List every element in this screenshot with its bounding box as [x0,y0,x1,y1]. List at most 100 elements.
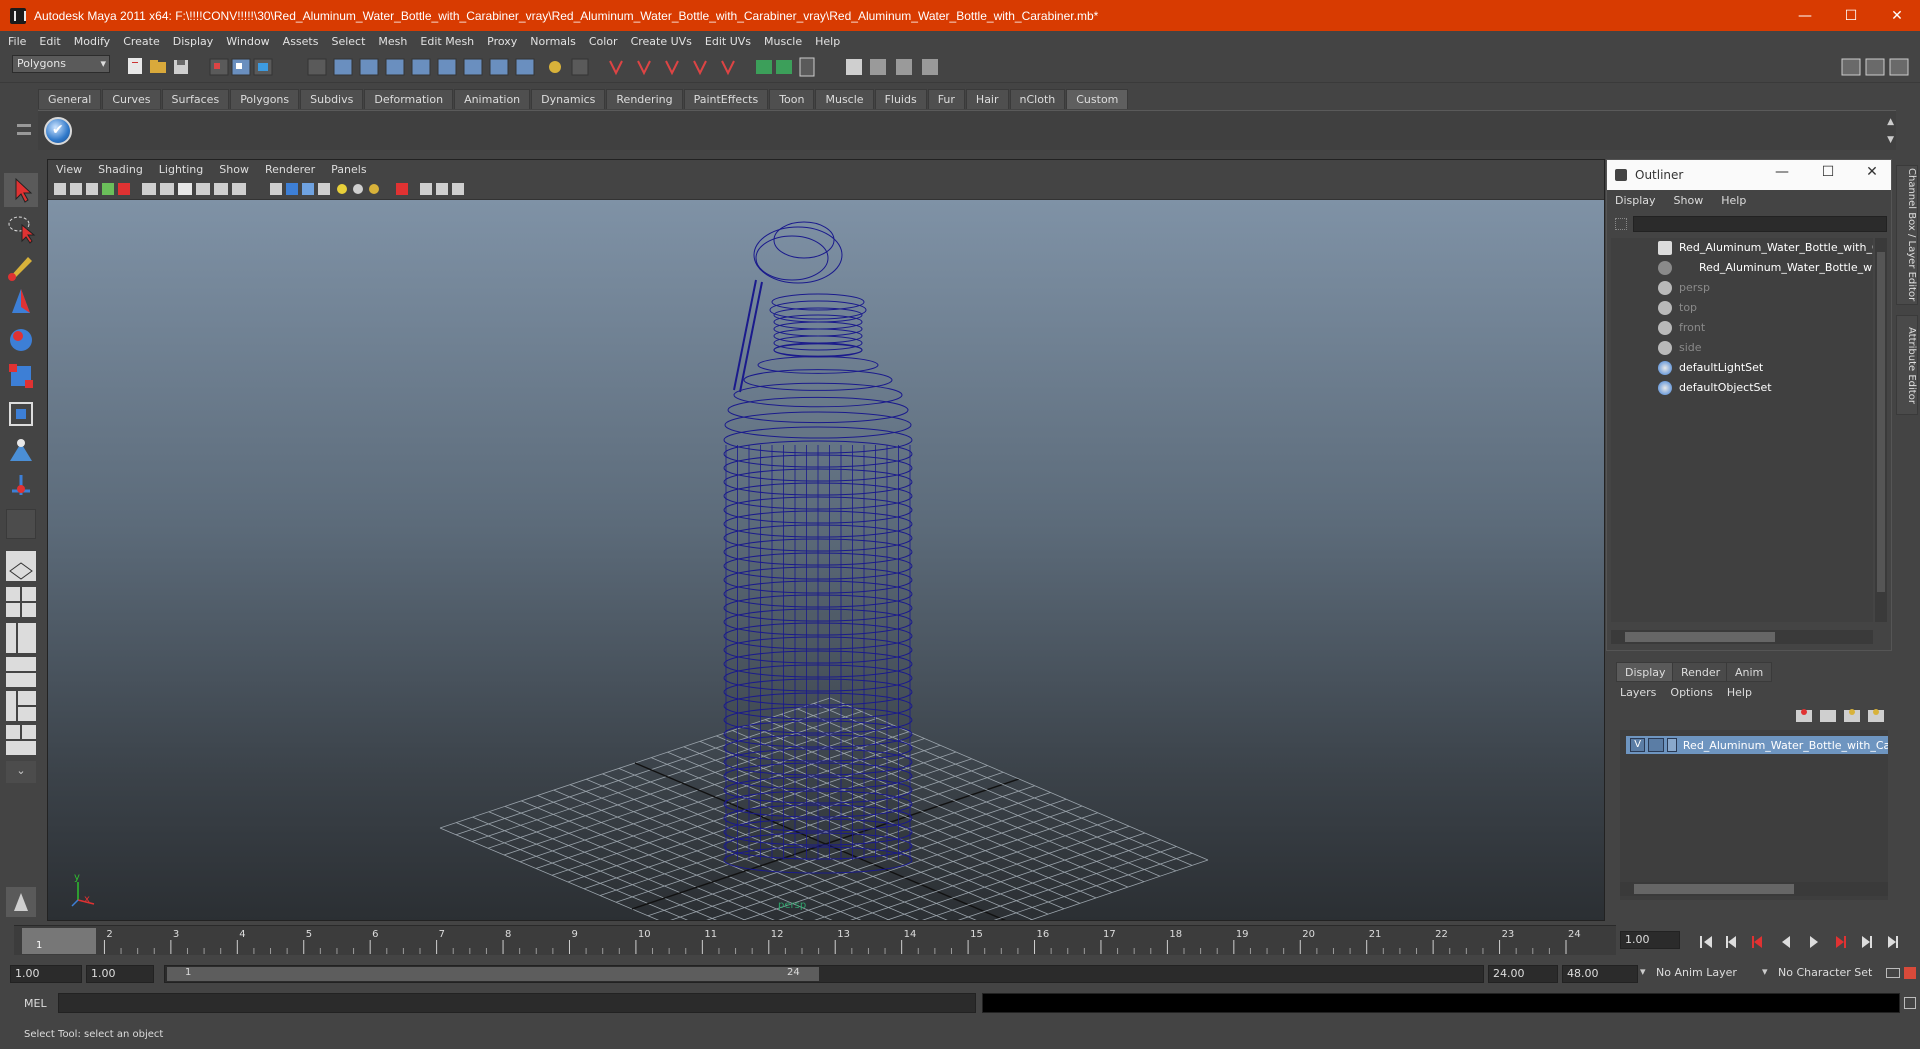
animation-end-field[interactable]: 48.00 [1562,965,1638,983]
layer-display-type-toggle[interactable] [1648,738,1664,752]
maximize-button[interactable]: ☐ [1828,0,1874,31]
menu-create[interactable]: Create [123,35,160,48]
manipulator-tool-icon[interactable] [4,397,38,431]
menu-create-uvs[interactable]: Create UVs [631,35,692,48]
shelf-tab-ncloth[interactable]: nCloth [1009,89,1066,109]
shelf-tab-dynamics[interactable]: Dynamics [531,89,606,109]
menu-normals[interactable]: Normals [530,35,576,48]
shelf-menu-handle[interactable] [14,110,34,150]
selection-mask-icons[interactable] [209,58,273,76]
layer-action-icons[interactable] [1792,706,1892,726]
character-set-dropdown-chevron-icon[interactable]: ▾ [1762,965,1768,978]
menu-file[interactable]: File [8,35,26,48]
minimize-button[interactable]: — [1782,0,1828,31]
menu-mesh[interactable]: Mesh [378,35,407,48]
menu-set-dropdown[interactable]: Polygons [12,55,110,73]
character-set-dropdown[interactable]: No Character Set [1774,965,1882,983]
outliner-item-default-light-set[interactable]: defaultLightSet [1611,358,1873,378]
layer-horizontal-scrollbar[interactable] [1620,882,1888,896]
outliner-item-bottle-mesh[interactable]: Red_Aluminum_Water_Bottle_with_Carabiner [1611,258,1873,278]
outliner-filter-icon[interactable] [1615,218,1627,230]
menu-color[interactable]: Color [589,35,618,48]
rotate-tool-icon[interactable] [4,323,38,357]
layer-tab-anim[interactable]: Anim [1726,662,1773,682]
menu-assets[interactable]: Assets [283,35,319,48]
anim-layer-dropdown[interactable]: No Anim Layer [1652,965,1760,983]
outliner-item-front[interactable]: front [1611,318,1873,338]
menu-select[interactable]: Select [331,35,365,48]
shelf-tab-rendering[interactable]: Rendering [606,89,683,109]
attribute-editor-side-tab[interactable]: Attribute Editor [1896,315,1918,415]
layer-visibility-toggle[interactable]: V [1630,738,1646,752]
current-time-field[interactable]: 1.00 [1620,931,1680,949]
outliner-item-top[interactable]: top [1611,298,1873,318]
scale-tool-icon[interactable] [4,359,38,393]
shelf-tab-general[interactable]: General [38,89,102,109]
layer-tab-render[interactable]: Render [1672,662,1730,682]
select-tool-icon[interactable] [4,173,38,207]
shelf-tab-curves[interactable]: Curves [102,89,161,109]
menu-modify[interactable]: Modify [74,35,110,48]
lasso-tool-icon[interactable] [4,211,38,245]
layer-menu-help[interactable]: Help [1727,686,1752,699]
menu-help[interactable]: Help [815,35,840,48]
viewport-menu-panels[interactable]: Panels [331,163,366,176]
outliner-menu-help[interactable]: Help [1721,194,1746,207]
close-button[interactable]: ✕ [1874,0,1920,31]
menu-edit[interactable]: Edit [39,35,60,48]
shelf-tab-subdivs[interactable]: Subdivs [300,89,364,109]
layer-row[interactable]: V Red_Aluminum_Water_Bottle_with_Carabin… [1626,736,1888,754]
script-editor-icon[interactable] [1904,997,1916,1009]
outliner-close-button[interactable]: ✕ [1857,164,1887,180]
viewport-canvas[interactable]: persp y x [48,200,1604,920]
range-slider-track[interactable]: 1 24 [164,965,1484,983]
quick-layout-icon[interactable] [4,885,38,919]
component-mask-icons[interactable] [307,58,535,76]
menu-edit-uvs[interactable]: Edit UVs [705,35,751,48]
move-tool-icon[interactable] [4,285,38,319]
render-layout-icon[interactable] [4,723,38,757]
shelf-tab-polygons[interactable]: Polygons [230,89,300,109]
menu-muscle[interactable]: Muscle [764,35,802,48]
shelf-tab-fluids[interactable]: Fluids [874,89,927,109]
shelf-tab-hair[interactable]: Hair [965,89,1009,109]
layer-menu-layers[interactable]: Layers [1620,686,1656,699]
last-tool-slot[interactable] [6,509,36,539]
shelf-tab-animation[interactable]: Animation [454,89,531,109]
playback-buttons[interactable] [1700,936,1898,948]
outliner-vertical-scrollbar[interactable] [1875,238,1887,622]
hypershade-layout-icon[interactable] [4,689,38,723]
outliner-menu-show[interactable]: Show [1674,194,1704,207]
outliner-menu-display[interactable]: Display [1615,194,1656,207]
outliner-horizontal-scrollbar[interactable] [1611,630,1873,644]
playback-start-field[interactable]: 1.00 [86,965,154,983]
shelf-tab-deformation[interactable]: Deformation [364,89,454,109]
outliner-filter-input[interactable] [1633,216,1887,232]
four-view-layout-icon[interactable] [4,585,38,619]
outliner-item-default-object-set[interactable]: defaultObjectSet [1611,378,1873,398]
shelf-scroll-up-icon[interactable]: ▲ [1887,117,1894,127]
menu-proxy[interactable]: Proxy [487,35,517,48]
layout-expand-chevron-icon[interactable]: ⌄ [6,761,36,783]
shelf-tab-toon[interactable]: Toon [769,89,815,109]
playback-end-field[interactable]: 24.00 [1488,965,1558,983]
shelf-tab-surfaces[interactable]: Surfaces [161,89,230,109]
outliner-item-persp[interactable]: persp [1611,278,1873,298]
shelf-scroll-down-icon[interactable]: ▼ [1887,135,1894,145]
panel-toolbar-icons[interactable] [48,178,568,200]
outliner-layout-icon[interactable] [4,621,38,655]
paint-select-tool-icon[interactable] [4,249,38,283]
outliner-item-side[interactable]: side [1611,338,1873,358]
show-manipulator-icon[interactable] [4,469,38,503]
viewport-menu-lighting[interactable]: Lighting [159,163,203,176]
shelf-tab-custom[interactable]: Custom [1066,89,1129,109]
single-perspective-layout-icon[interactable] [4,549,38,583]
graph-layout-icon[interactable] [4,655,38,689]
channel-box-side-tab[interactable]: Channel Box / Layer Editor [1896,165,1918,305]
anim-layer-dropdown-chevron-icon[interactable]: ▾ [1640,965,1646,978]
shelf-tab-muscle[interactable]: Muscle [815,89,874,109]
viewport-menu-show[interactable]: Show [219,163,249,176]
soft-mod-tool-icon[interactable] [4,433,38,467]
command-language-toggle[interactable]: MEL [24,997,47,1010]
shelf-tab-painteffects[interactable]: PaintEffects [683,89,769,109]
